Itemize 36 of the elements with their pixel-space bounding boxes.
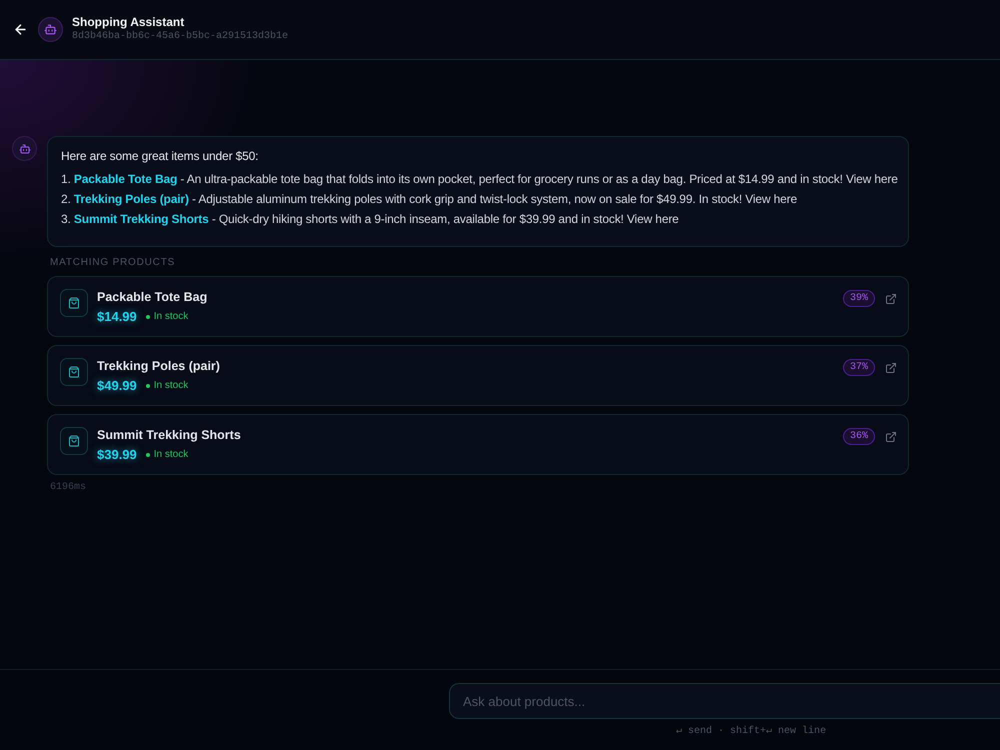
assistant-avatar-icon	[12, 136, 37, 161]
product-link[interactable]: Packable Tote Bag	[74, 172, 178, 186]
keyboard-hint: ↵ send · shift+↵ new line	[676, 726, 826, 738]
section-label: MATCHING PRODUCTS	[50, 257, 176, 269]
message-input[interactable]: Ask about products...	[449, 683, 1000, 719]
message-intro: Here are some great items under $50:	[61, 148, 258, 165]
product-list-item: 1. Packable Tote Bag - An ultra-packable tote bag that folds into its own pocket, perfect for grocery runs or as a day bag. Priced at $14.99 and in stock! View here	[61, 171, 898, 188]
product-list-item: 3. Summit Trekking Shorts - Quick-dry hiking shorts with a 9-inch inseam, available for $39.99 and in stock! View here	[61, 211, 679, 228]
product-link[interactable]: Trekking Poles (pair)	[74, 192, 189, 206]
stock-status: In stock	[154, 311, 188, 323]
product-name: Trekking Poles (pair)	[97, 358, 220, 374]
match-score-badge: 39%	[842, 290, 875, 307]
product-name: Summit Trekking Shorts	[97, 427, 241, 443]
external-link-icon[interactable]	[885, 362, 897, 374]
shopping-bag-icon	[60, 289, 88, 317]
external-link-icon[interactable]	[885, 430, 897, 442]
stock-status: In stock	[154, 449, 188, 461]
product-card[interactable]: Packable Tote Bag $14.99 In stock 39%	[47, 276, 909, 337]
external-link-icon[interactable]	[885, 292, 897, 304]
product-price: $14.99	[97, 309, 137, 325]
product-card[interactable]: Trekking Poles (pair) $49.99 In stock 37%	[47, 345, 909, 406]
session-id: 8d3b46ba-bb6c-45a6-b5bc-a291513d3b1e	[72, 30, 288, 44]
response-time: 6196ms	[50, 482, 86, 494]
stock-status: In stock	[154, 380, 188, 392]
shopping-bag-icon	[60, 358, 88, 386]
chat-title: Shopping Assistant	[72, 15, 186, 30]
product-name: Packable Tote Bag	[97, 289, 208, 305]
match-score-badge: 37%	[842, 359, 875, 376]
product-link[interactable]: Summit Trekking Shorts	[74, 212, 209, 226]
match-score-badge: 36%	[842, 428, 875, 445]
product-card[interactable]: Summit Trekking Shorts $39.99 In stock 36%	[47, 414, 909, 475]
shopping-bag-icon	[60, 427, 88, 455]
product-list-item: 2. Trekking Poles (pair) - Adjustable aluminum trekking poles with cork grip and twist-lock system, now on sale for $49.99. In stock! View here	[61, 191, 798, 208]
assistant-avatar-icon	[38, 17, 63, 42]
product-price: $39.99	[97, 447, 137, 463]
product-price: $49.99	[97, 378, 137, 394]
